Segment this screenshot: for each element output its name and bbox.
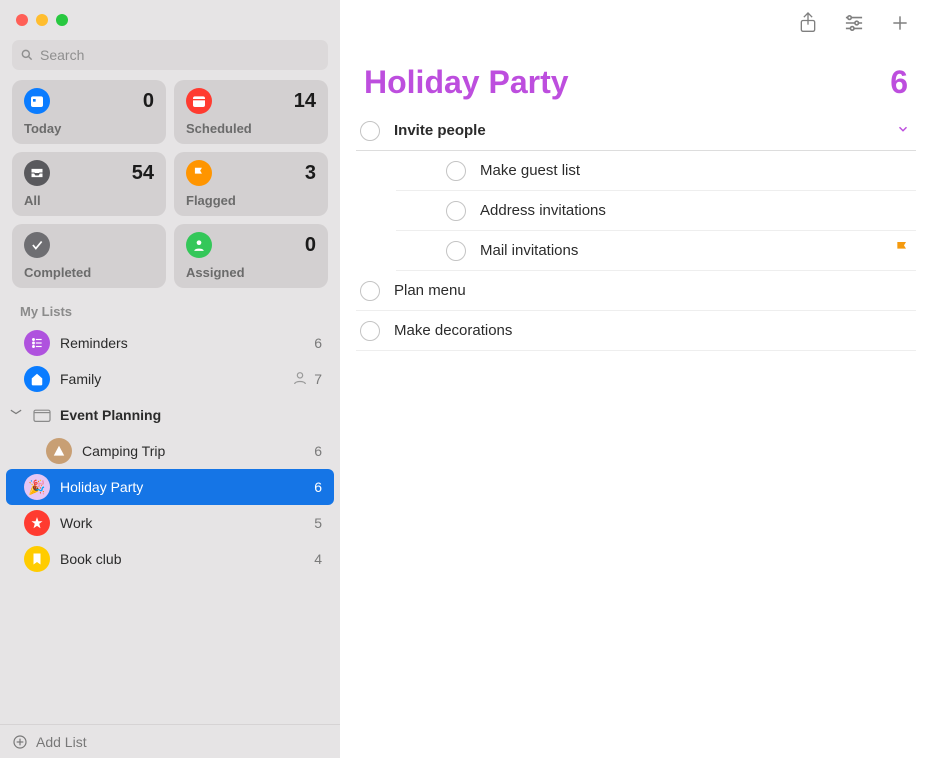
folder-icon — [32, 405, 52, 425]
sidebar-item-reminders[interactable]: Reminders 6 — [0, 325, 340, 361]
flag-icon — [186, 160, 212, 186]
new-reminder-button[interactable] — [888, 11, 912, 35]
calendar-today-icon — [24, 88, 50, 114]
smart-tile-today[interactable]: 0 Today — [12, 80, 166, 144]
smart-tile-label: Assigned — [186, 265, 316, 280]
house-icon — [24, 366, 50, 392]
list-header: Holiday Party 6 — [340, 46, 932, 111]
plus-icon — [890, 13, 910, 33]
smart-tile-assigned[interactable]: 0 Assigned — [174, 224, 328, 288]
tray-icon — [24, 160, 50, 186]
list-count: 7 — [314, 371, 322, 387]
star-icon — [24, 510, 50, 536]
search-input[interactable] — [40, 47, 320, 63]
list-label: Camping Trip — [82, 443, 314, 459]
reminder-title: Invite people — [394, 122, 896, 139]
tent-icon — [46, 438, 72, 464]
smart-tile-count: 3 — [305, 162, 316, 185]
close-window-button[interactable] — [16, 14, 28, 26]
complete-toggle[interactable] — [360, 321, 380, 341]
sidebar-item-holiday-party[interactable]: 🎉 Holiday Party 6 — [6, 469, 334, 505]
smart-tile-label: Completed — [24, 265, 154, 280]
chevron-down-icon: ﹀ — [8, 407, 24, 423]
reminder-title: Make decorations — [394, 322, 916, 339]
list-count: 6 — [314, 479, 322, 495]
bookmark-icon — [24, 546, 50, 572]
shared-icon — [292, 370, 308, 389]
sidebar: 0 Today 14 Scheduled 54 — [0, 0, 340, 758]
sidebar-group-event-planning[interactable]: ﹀ Event Planning — [0, 397, 340, 433]
smart-lists-grid: 0 Today 14 Scheduled 54 — [0, 80, 340, 288]
main-pane: Holiday Party 6 Invite people Make guest… — [340, 0, 932, 758]
reminders-app-window: 0 Today 14 Scheduled 54 — [0, 0, 932, 758]
minimize-window-button[interactable] — [36, 14, 48, 26]
smart-tile-label: Flagged — [186, 193, 316, 208]
expand-subtasks-icon[interactable] — [896, 122, 910, 139]
smart-tile-count: 0 — [305, 234, 316, 257]
list-label: Reminders — [60, 335, 314, 351]
share-button[interactable] — [796, 11, 820, 35]
complete-toggle[interactable] — [446, 241, 466, 261]
calendar-icon — [186, 88, 212, 114]
reminder-item-invite-people[interactable]: Invite people — [356, 111, 916, 151]
sidebar-section-header: My Lists — [0, 288, 340, 325]
smart-tile-count: 14 — [294, 90, 316, 113]
toolbar — [340, 0, 932, 46]
person-icon — [186, 232, 212, 258]
smart-tile-completed[interactable]: Completed — [12, 224, 166, 288]
reminder-title: Plan menu — [394, 282, 916, 299]
list-total-count: 6 — [890, 64, 908, 101]
smart-tile-label: Scheduled — [186, 121, 316, 136]
sidebar-item-camping-trip[interactable]: Camping Trip 6 — [0, 433, 340, 469]
complete-toggle[interactable] — [446, 201, 466, 221]
party-popper-icon: 🎉 — [24, 474, 50, 500]
sidebar-item-family[interactable]: Family 7 — [0, 361, 340, 397]
reminder-item-address-invitations[interactable]: Address invitations — [396, 191, 916, 231]
list-filter-icon — [843, 14, 865, 32]
smart-tile-label: All — [24, 193, 154, 208]
reminder-title: Mail invitations — [480, 242, 894, 259]
list-count: 4 — [314, 551, 322, 567]
reminder-title: Make guest list — [480, 162, 916, 179]
reminder-item-mail-invitations[interactable]: Mail invitations — [396, 231, 916, 271]
fullscreen-window-button[interactable] — [56, 14, 68, 26]
plus-circle-icon — [12, 734, 28, 750]
smart-tile-flagged[interactable]: 3 Flagged — [174, 152, 328, 216]
list-bullet-icon — [24, 330, 50, 356]
add-list-button[interactable]: Add List — [0, 724, 340, 758]
reminder-item-plan-menu[interactable]: Plan menu — [356, 271, 916, 311]
smart-tile-count: 0 — [143, 90, 154, 113]
checkmark-icon — [24, 232, 50, 258]
list-count: 6 — [314, 443, 322, 459]
smart-tile-count: 54 — [132, 162, 154, 185]
complete-toggle[interactable] — [360, 281, 380, 301]
list-label: Work — [60, 515, 314, 531]
group-label: Event Planning — [60, 407, 161, 423]
reminders-list: Invite people Make guest list Address in… — [340, 111, 932, 351]
reminder-item-make-decorations[interactable]: Make decorations — [356, 311, 916, 351]
sidebar-item-book-club[interactable]: Book club 4 — [0, 541, 340, 577]
sidebar-item-work[interactable]: Work 5 — [0, 505, 340, 541]
search-icon — [20, 48, 34, 62]
reminder-title: Address invitations — [480, 202, 916, 219]
smart-tile-scheduled[interactable]: 14 Scheduled — [174, 80, 328, 144]
list-title: Holiday Party — [364, 64, 569, 101]
add-list-label: Add List — [36, 734, 87, 750]
smart-tile-label: Today — [24, 121, 154, 136]
reminder-item-make-guest-list[interactable]: Make guest list — [396, 151, 916, 191]
list-count: 6 — [314, 335, 322, 351]
list-label: Family — [60, 371, 292, 387]
list-label: Holiday Party — [60, 479, 314, 495]
complete-toggle[interactable] — [360, 121, 380, 141]
window-controls — [0, 0, 340, 36]
search-field[interactable] — [12, 40, 328, 70]
list-count: 5 — [314, 515, 322, 531]
smart-tile-all[interactable]: 54 All — [12, 152, 166, 216]
list-label: Book club — [60, 551, 314, 567]
share-icon — [798, 12, 818, 34]
sidebar-lists: Reminders 6 Family 7 ﹀ Event Planning — [0, 325, 340, 724]
complete-toggle[interactable] — [446, 161, 466, 181]
flag-icon[interactable] — [894, 240, 910, 261]
view-options-button[interactable] — [842, 11, 866, 35]
